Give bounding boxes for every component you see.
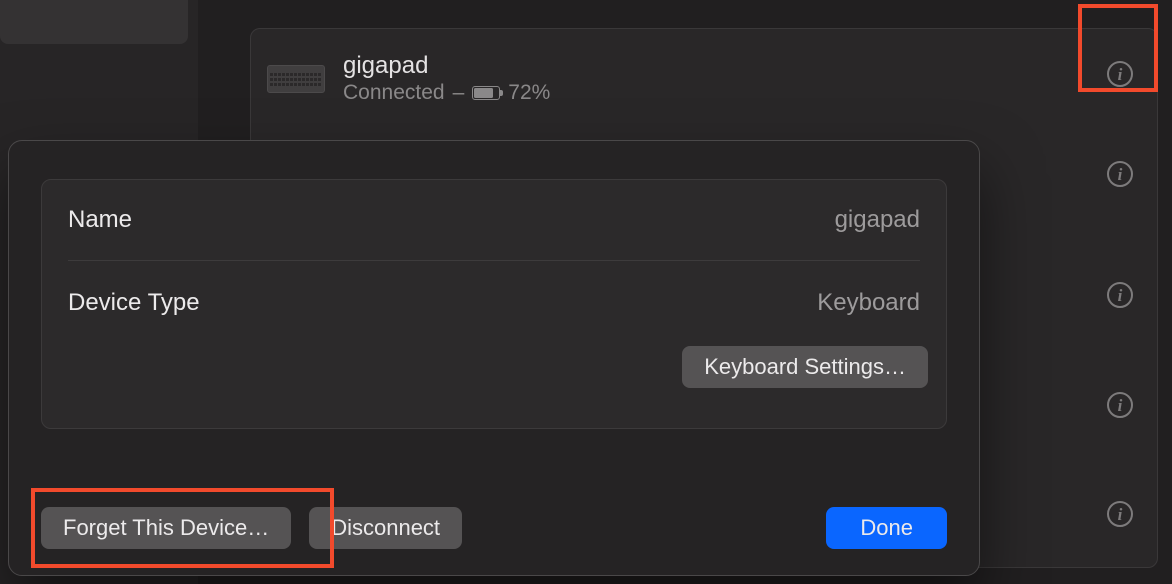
keyboard-icon — [267, 65, 325, 93]
device-type-row: Device Type Keyboard — [42, 260, 946, 346]
info-icon[interactable]: i — [1105, 59, 1135, 89]
device-type-value: Keyboard — [817, 289, 920, 317]
device-row[interactable]: gigapad Connected – 72% — [267, 39, 1141, 119]
battery-percent: 72% — [508, 81, 550, 105]
device-text: gigapad Connected – 72% — [343, 53, 550, 105]
device-detail-sheet: Name gigapad Device Type Keyboard Keyboa… — [8, 140, 980, 576]
name-value: gigapad — [835, 206, 920, 234]
info-icon[interactable]: i — [1105, 280, 1135, 310]
device-name: gigapad — [343, 53, 550, 79]
sheet-footer: Forget This Device… Disconnect Done — [41, 507, 947, 549]
done-button[interactable]: Done — [826, 507, 947, 549]
detail-list: Name gigapad Device Type Keyboard Keyboa… — [41, 179, 947, 429]
info-icon[interactable]: i — [1105, 390, 1135, 420]
disconnect-button[interactable]: Disconnect — [309, 507, 462, 549]
info-icon[interactable]: i — [1105, 499, 1135, 529]
device-type-label: Device Type — [68, 289, 200, 317]
keyboard-settings-button[interactable]: Keyboard Settings… — [682, 346, 928, 388]
name-row[interactable]: Name gigapad — [42, 180, 946, 260]
forget-device-button[interactable]: Forget This Device… — [41, 507, 291, 549]
device-status-line: Connected – 72% — [343, 81, 550, 105]
info-icon[interactable]: i — [1105, 159, 1135, 189]
sidebar-selected-item[interactable] — [0, 0, 188, 44]
dash: – — [453, 81, 465, 105]
battery-icon — [472, 86, 500, 100]
name-label: Name — [68, 206, 132, 234]
device-status: Connected — [343, 81, 445, 105]
